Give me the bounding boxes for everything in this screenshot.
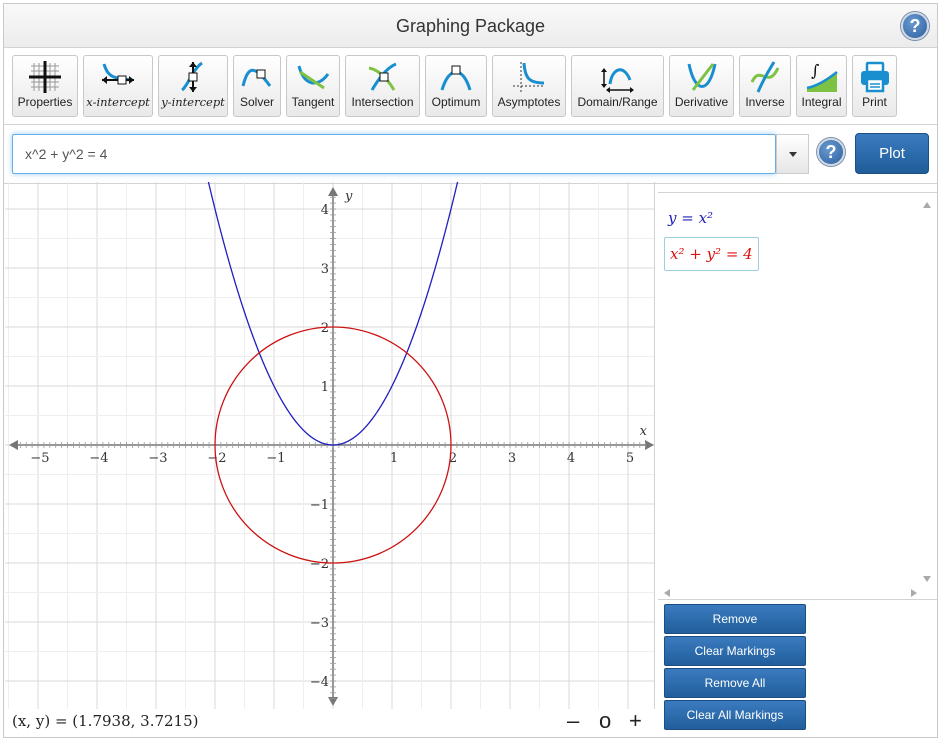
help-button[interactable]: ? [901,12,929,40]
tool-label: y-intercept [161,95,225,109]
clear-all-markings-button[interactable]: Clear All Markings [664,700,806,730]
x-tick-label: −4 [89,451,108,466]
tool-label: Integral [801,95,842,109]
graphing-package-window: Graphing Package ? Properties x-intercep… [3,3,938,738]
grid-crosshair-icon [29,61,61,93]
scroll-left-arrow[interactable] [664,589,670,597]
tool-label: Derivative [674,95,729,109]
graph-canvas[interactable]: −5 −4 −3 −2 −1 1 2 3 4 54321−1−2−3−4xy [5,182,655,709]
input-bar: ? Plot [4,126,937,184]
history-dropdown-button[interactable] [776,134,809,174]
tool-label: Tangent [291,95,335,109]
x-intercept-icon [102,63,134,85]
plot-button[interactable]: Plot [855,133,929,174]
y-axis-arrow-up [328,187,338,196]
tangent-icon [297,65,330,90]
tool-y-intercept[interactable]: y-intercept [158,55,228,117]
tool-derivative[interactable]: Derivative [669,55,734,117]
y-axis-label: y [344,189,353,204]
inverse-icon [750,61,780,93]
app-title: Graphing Package [395,16,546,36]
tool-intersection[interactable]: Intersection [345,55,420,117]
tool-label: Asymptotes [497,95,561,109]
x-tick-label: 4 [567,451,575,466]
y-tick-label: −4 [310,675,329,690]
status-bar: (x, y) = (1.7938, 3.7215) – o + [4,706,656,738]
tool-properties[interactable]: Properties [12,55,78,117]
tool-label: Domain/Range [577,95,658,109]
domain-range-icon [600,68,634,93]
toolbar: Properties x-intercept y-intercept Solve… [4,49,937,125]
cursor-coordinates: (x, y) = (1.7938, 3.7215) [12,712,199,730]
equation-list-panel: y = x² x² + y² = 4 [658,192,937,600]
zoom-out-button[interactable]: – [567,708,579,734]
tool-optimum[interactable]: Optimum [425,55,487,117]
x-tick-label: −3 [148,451,167,466]
remove-button[interactable]: Remove [664,604,806,634]
optimum-icon [440,65,472,91]
y-tick-label: −2 [310,557,329,572]
x-axis-arrow-left [9,440,18,450]
asymptotes-icon [513,62,545,92]
scroll-right-arrow[interactable] [911,589,917,597]
y-tick-label: 2 [321,321,329,336]
y-tick-label: 4 [321,203,329,218]
tool-solver[interactable]: Solver [233,55,281,117]
tool-label: Solver [239,95,274,109]
zoom-in-button[interactable]: + [629,708,642,734]
expression-input[interactable] [12,134,776,174]
tool-label: Properties [17,95,73,109]
scroll-down-arrow[interactable] [923,576,931,582]
x-tick-label: 3 [508,451,516,466]
x-tick-label: 5 [626,451,634,466]
svg-text:∫: ∫ [811,61,819,80]
tool-domain-range[interactable]: Domain/Range [571,55,664,117]
tool-label: Inverse [745,95,785,109]
zoom-reset-button[interactable]: o [599,708,611,734]
equation-item-parabola[interactable]: y = x² [668,209,713,227]
tool-label: x-intercept [86,95,150,109]
y-tick-label: 3 [321,262,329,277]
tool-label: Optimum [431,95,481,109]
tool-asymptotes[interactable]: Asymptotes [492,55,566,117]
tool-label: Print [862,95,887,109]
integral-icon: ∫ [806,61,838,92]
intersection-icon [368,62,397,91]
y-tick-label: −3 [310,616,329,631]
tool-print[interactable]: Print [852,55,897,117]
tool-label: Intersection [351,95,414,109]
remove-all-button[interactable]: Remove All [664,668,806,698]
equation-item-circle-selected[interactable]: x² + y² = 4 [664,237,759,271]
caret-down-icon [789,152,797,157]
tool-tangent[interactable]: Tangent [286,55,340,117]
printer-icon [860,61,889,93]
y-tick-label: 1 [321,380,329,395]
x-axis-label: x [640,424,648,439]
scroll-up-arrow[interactable] [923,202,931,208]
tool-x-intercept[interactable]: x-intercept [83,55,153,117]
tool-integral[interactable]: ∫ Integral [796,55,847,117]
input-help-button[interactable]: ? [817,138,845,166]
clear-markings-button[interactable]: Clear Markings [664,636,806,666]
derivative-icon [687,63,716,91]
solver-icon [241,68,272,87]
tool-inverse[interactable]: Inverse [739,55,791,117]
x-tick-label: 1 [390,451,398,466]
y-tick-label: −1 [310,498,329,513]
y-intercept-icon [180,61,203,92]
x-tick-label: −1 [266,451,285,466]
title-bar: Graphing Package ? [4,4,937,48]
x-tick-label: −5 [30,451,49,466]
x-axis-arrow-right [645,440,654,450]
graph-area[interactable]: −5 −4 −3 −2 −1 1 2 3 4 5 4 3 2 1 −1 −2 −3 −4 x y [5,182,655,709]
